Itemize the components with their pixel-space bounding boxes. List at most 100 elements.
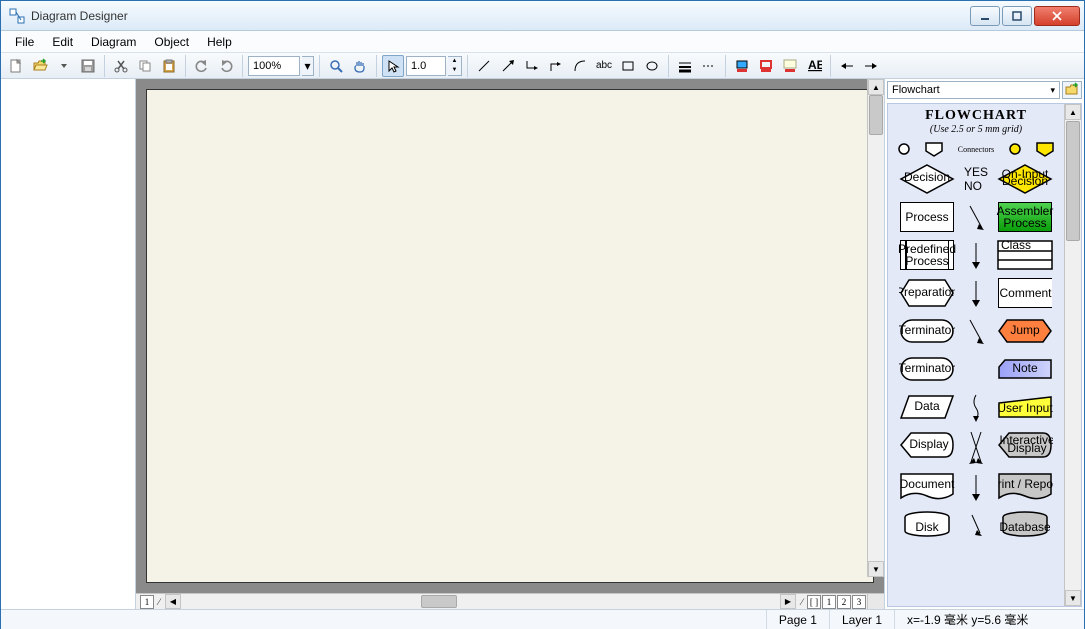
- shape-database[interactable]: Database: [995, 509, 1055, 541]
- menu-help[interactable]: Help: [199, 33, 240, 51]
- toolbar-separator: [319, 55, 320, 77]
- menu-file[interactable]: File: [7, 33, 42, 51]
- page-tab-back[interactable]: ⁄: [798, 595, 806, 609]
- menu-object[interactable]: Object: [146, 33, 197, 51]
- palette-selector[interactable]: Flowchart: [887, 81, 1060, 99]
- new-button[interactable]: [5, 55, 27, 77]
- shape-comment[interactable]: Comment: [995, 277, 1055, 309]
- line-tool[interactable]: [473, 55, 495, 77]
- page-tab-1[interactable]: 1: [822, 595, 836, 609]
- arrow-icon[interactable]: [961, 277, 991, 309]
- shape-assembler-process[interactable]: Assembler Process: [995, 201, 1055, 233]
- arrow-icon[interactable]: [961, 509, 991, 541]
- status-page: Page 1: [766, 610, 829, 629]
- status-coords: x=-1.9 毫米 y=5.6 毫米: [894, 610, 1084, 629]
- line-style-button[interactable]: [698, 55, 720, 77]
- horizontal-scrollbar[interactable]: ◀▶: [165, 594, 796, 609]
- palette-open-button[interactable]: [1062, 81, 1082, 99]
- rect-tool[interactable]: [617, 55, 639, 77]
- svg-text:Class: Class: [1001, 240, 1031, 252]
- shape-preparation[interactable]: Preparation: [897, 277, 957, 309]
- fill-color-button[interactable]: [731, 55, 753, 77]
- shape-decision[interactable]: Decision: [897, 163, 957, 195]
- shape-disk[interactable]: Disk: [897, 509, 957, 541]
- shape-process[interactable]: Process: [897, 201, 957, 233]
- arrow-icon[interactable]: [961, 391, 991, 423]
- arrow-icon[interactable]: [961, 471, 991, 503]
- close-button[interactable]: [1034, 6, 1080, 26]
- toolbar-separator: [725, 55, 726, 77]
- svg-text:Note: Note: [1012, 361, 1038, 375]
- toolbar-separator: [830, 55, 831, 77]
- page-tab-nav[interactable]: ⁄: [155, 595, 163, 609]
- pan-tool[interactable]: [349, 55, 371, 77]
- connector-offpage-yellow-icon[interactable]: [1035, 141, 1055, 157]
- toolbar-separator: [376, 55, 377, 77]
- shape-terminator[interactable]: Terminator: [897, 315, 957, 347]
- curve-tool[interactable]: [569, 55, 591, 77]
- connector2-tool[interactable]: [545, 55, 567, 77]
- left-panel[interactable]: [1, 79, 136, 609]
- connectors-label: Connectors: [958, 145, 994, 154]
- shape-document[interactable]: Document: [897, 471, 957, 503]
- page-tab-3[interactable]: 3: [852, 595, 866, 609]
- shape-data[interactable]: Data: [897, 391, 957, 423]
- shape-terminator-2[interactable]: Terminator: [897, 353, 957, 385]
- maximize-button[interactable]: [1002, 6, 1032, 26]
- scale-input[interactable]: 1.0: [406, 56, 446, 76]
- vertical-scrollbar[interactable]: ▲ ▼: [867, 79, 884, 577]
- zoom-dropdown[interactable]: ▾: [302, 56, 314, 76]
- select-tool[interactable]: [382, 55, 404, 77]
- line-color-button[interactable]: [755, 55, 777, 77]
- arrow-icon[interactable]: [961, 429, 991, 465]
- arrow-icon[interactable]: [961, 201, 991, 233]
- page-tab-2[interactable]: 2: [837, 595, 851, 609]
- shape-jump[interactable]: Jump: [995, 315, 1055, 347]
- palette-scrollbar[interactable]: ▲ ▼: [1064, 104, 1081, 606]
- undo-button[interactable]: [191, 55, 213, 77]
- shape-predefined-process[interactable]: Predefined Process: [897, 239, 957, 271]
- save-button[interactable]: [77, 55, 99, 77]
- paste-button[interactable]: [158, 55, 180, 77]
- main-area: ▲ ▼ 1 ⁄ ◀▶ ⁄ [ ] 1 2 3 Flowcha: [1, 79, 1084, 609]
- svg-text:Preparation: Preparation: [899, 285, 955, 299]
- cut-button[interactable]: [110, 55, 132, 77]
- connector-circle-yellow-icon[interactable]: [1008, 142, 1022, 156]
- page-tab-current[interactable]: 1: [140, 595, 154, 609]
- open-dropdown[interactable]: [53, 55, 75, 77]
- font-button[interactable]: AB: [803, 55, 825, 77]
- line-width-button[interactable]: [674, 55, 696, 77]
- menu-diagram[interactable]: Diagram: [83, 33, 144, 51]
- arrow-icon[interactable]: [961, 239, 991, 271]
- text-tool[interactable]: abc: [593, 55, 615, 77]
- canvas-area: ▲ ▼ 1 ⁄ ◀▶ ⁄ [ ] 1 2 3: [136, 79, 884, 609]
- shape-interactive-display[interactable]: InteractiveDisplay: [995, 429, 1055, 461]
- redo-button[interactable]: [215, 55, 237, 77]
- arrow-icon[interactable]: [961, 315, 991, 347]
- connector1-tool[interactable]: [521, 55, 543, 77]
- arrow-tool[interactable]: [497, 55, 519, 77]
- status-layer: Layer 1: [829, 610, 894, 629]
- zoom-input[interactable]: 100%: [248, 56, 300, 76]
- connector-circle-icon[interactable]: [897, 142, 911, 156]
- arrow-end-button[interactable]: [860, 55, 882, 77]
- page-tab-bracket[interactable]: [ ]: [807, 595, 821, 609]
- open-button[interactable]: [29, 55, 51, 77]
- zoom-tool[interactable]: [325, 55, 347, 77]
- shape-on-input-decision[interactable]: On-InputDecision: [995, 163, 1055, 195]
- copy-button[interactable]: [134, 55, 156, 77]
- text-color-button[interactable]: [779, 55, 801, 77]
- shape-class[interactable]: Class: [995, 239, 1055, 271]
- shape-note[interactable]: Note: [995, 353, 1055, 385]
- arrow-start-button[interactable]: [836, 55, 858, 77]
- ellipse-tool[interactable]: [641, 55, 663, 77]
- shape-display[interactable]: Display: [897, 429, 957, 461]
- shape-print-report[interactable]: Print / Report: [995, 471, 1055, 503]
- shape-user-input[interactable]: User Input: [995, 391, 1055, 423]
- connector-offpage-icon[interactable]: [924, 141, 944, 157]
- minimize-button[interactable]: [970, 6, 1000, 26]
- svg-text:Decision: Decision: [904, 170, 950, 184]
- canvas[interactable]: [146, 89, 874, 583]
- menu-edit[interactable]: Edit: [44, 33, 81, 51]
- scale-spinner[interactable]: ▲▼: [448, 56, 462, 76]
